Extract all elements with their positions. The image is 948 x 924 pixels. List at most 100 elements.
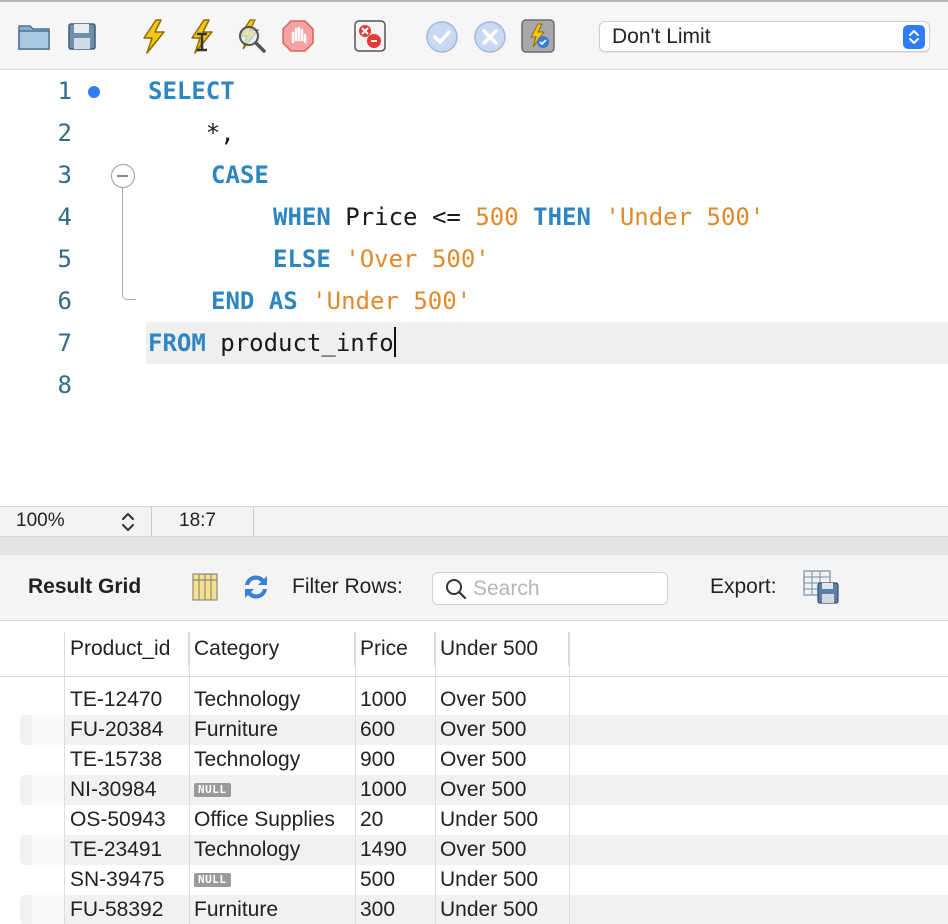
cell-category[interactable]: Furniture bbox=[189, 715, 278, 745]
cell-price[interactable]: 300 bbox=[355, 895, 395, 924]
cell-under-500[interactable]: Over 500 bbox=[435, 775, 526, 805]
row-selector[interactable] bbox=[32, 835, 64, 865]
cell-price[interactable]: 1000 bbox=[355, 685, 407, 715]
cell-product-id[interactable]: FU-20384 bbox=[65, 715, 163, 745]
line-number: 8 bbox=[57, 371, 72, 399]
cell-under-500[interactable]: Under 500 bbox=[435, 805, 538, 835]
null-badge: NULL bbox=[194, 783, 231, 797]
cell-category[interactable]: Technology bbox=[189, 685, 300, 715]
row-selector[interactable] bbox=[32, 865, 64, 895]
cell-product-id[interactable]: TE-23491 bbox=[65, 835, 162, 865]
grid-view-icon[interactable] bbox=[190, 571, 222, 603]
commit-icon[interactable] bbox=[424, 18, 460, 54]
execute-icon[interactable] bbox=[136, 18, 172, 54]
cell-under-500[interactable]: Over 500 bbox=[435, 745, 526, 775]
table-row[interactable]: FU-58392 Furniture 300 Under 500 bbox=[0, 895, 948, 924]
filter-search-box[interactable] bbox=[432, 572, 668, 605]
code-line-4: WHEN Price <= 500 THEN 'Under 500' bbox=[273, 196, 764, 238]
statement-marker-icon[interactable] bbox=[88, 86, 100, 98]
explain-icon[interactable] bbox=[232, 18, 268, 54]
cell-product-id[interactable]: NI-30984 bbox=[65, 775, 156, 805]
zoom-stepper-icon[interactable] bbox=[118, 510, 138, 534]
column-header[interactable]: Category bbox=[189, 632, 355, 666]
export-icon[interactable] bbox=[802, 569, 840, 605]
pane-splitter[interactable] bbox=[0, 537, 948, 555]
line-number: 5 bbox=[57, 245, 72, 273]
cell-category[interactable]: Technology bbox=[189, 745, 300, 775]
keyword: END bbox=[211, 287, 255, 315]
code-line-1: SELECT bbox=[148, 70, 235, 112]
line-number: 7 bbox=[57, 329, 72, 357]
stop-icon[interactable] bbox=[280, 18, 316, 54]
sql-editor[interactable]: 1 2 3 4 5 6 7 8 SELECT *, CASE WHEN Pric… bbox=[0, 70, 948, 506]
header-divider bbox=[0, 676, 948, 677]
cell-category[interactable]: Furniture bbox=[189, 895, 278, 924]
cell-product-id[interactable]: OS-50943 bbox=[65, 805, 166, 835]
cell-category[interactable]: NULL bbox=[189, 865, 231, 895]
cell-category[interactable]: Office Supplies bbox=[189, 805, 335, 835]
filter-rows-label: Filter Rows: bbox=[292, 575, 403, 598]
table-row[interactable]: NI-30984 NULL 1000 Over 500 bbox=[0, 775, 948, 805]
limit-rows-value: Don't Limit bbox=[612, 25, 711, 48]
execute-current-icon[interactable] bbox=[184, 18, 220, 54]
table-row[interactable]: TE-23491 Technology 1490 Over 500 bbox=[0, 835, 948, 865]
table-row[interactable]: TE-15738 Technology 900 Over 500 bbox=[0, 745, 948, 775]
open-folder-icon[interactable] bbox=[16, 18, 52, 54]
cell-under-500[interactable]: Over 500 bbox=[435, 715, 526, 745]
keyword: ELSE bbox=[273, 245, 331, 273]
column-divider bbox=[435, 632, 436, 924]
cell-product-id[interactable]: SN-39475 bbox=[65, 865, 165, 895]
export-label: Export: bbox=[710, 575, 777, 598]
toggle-error-icon[interactable] bbox=[352, 18, 388, 54]
editor-status-bar: 100% 18:7 bbox=[0, 506, 948, 538]
table-row[interactable]: SN-39475 NULL 500 Under 500 bbox=[0, 865, 948, 895]
cell-price[interactable]: 900 bbox=[355, 745, 395, 775]
cursor-position: 18:7 bbox=[179, 510, 216, 531]
number-literal: 500 bbox=[475, 203, 519, 231]
cell-under-500[interactable]: Under 500 bbox=[435, 895, 538, 924]
cell-under-500[interactable]: Under 500 bbox=[435, 865, 538, 895]
line-number: 1 bbox=[57, 77, 72, 105]
column-header[interactable]: Price bbox=[355, 632, 435, 666]
result-toolbar: Result Grid Filter Rows: Export: bbox=[0, 555, 948, 621]
cell-category[interactable]: Technology bbox=[189, 835, 300, 865]
cell-under-500[interactable]: Over 500 bbox=[435, 835, 526, 865]
cell-product-id[interactable]: TE-15738 bbox=[65, 745, 162, 775]
table-row[interactable]: FU-20384 Furniture 600 Over 500 bbox=[0, 715, 948, 745]
text-cursor bbox=[393, 327, 396, 357]
row-selector[interactable] bbox=[32, 805, 64, 835]
row-selector[interactable] bbox=[32, 775, 64, 805]
cell-product-id[interactable]: FU-58392 bbox=[65, 895, 163, 924]
cell-price[interactable]: 500 bbox=[355, 865, 395, 895]
table-row[interactable]: OS-50943 Office Supplies 20 Under 500 bbox=[0, 805, 948, 835]
cell-price[interactable]: 1490 bbox=[355, 835, 407, 865]
cell-price[interactable]: 20 bbox=[355, 805, 383, 835]
rollback-icon[interactable] bbox=[472, 18, 508, 54]
result-grid-tab[interactable]: Result Grid bbox=[28, 575, 141, 599]
table-row[interactable]: TE-12470 Technology 1000 Over 500 bbox=[0, 685, 948, 715]
string-literal: 'Over 500' bbox=[345, 245, 490, 273]
cell-product-id[interactable]: TE-12470 bbox=[65, 685, 162, 715]
result-grid[interactable]: Product_id Category Price Under 500 TE-1… bbox=[0, 622, 948, 924]
row-selector[interactable] bbox=[32, 715, 64, 745]
cell-price[interactable]: 1000 bbox=[355, 775, 407, 805]
filter-search-input[interactable] bbox=[473, 575, 659, 603]
autocommit-icon[interactable] bbox=[520, 18, 556, 54]
column-header[interactable]: Product_id bbox=[65, 632, 189, 666]
cell-price[interactable]: 600 bbox=[355, 715, 395, 745]
column-header[interactable]: Under 500 bbox=[435, 632, 569, 666]
row-header-corner bbox=[0, 632, 65, 666]
line-number: 3 bbox=[57, 161, 72, 189]
cell-category[interactable]: NULL bbox=[189, 775, 231, 805]
row-selector[interactable] bbox=[32, 745, 64, 775]
refresh-icon[interactable] bbox=[240, 571, 272, 603]
chevron-updown-icon bbox=[903, 25, 925, 49]
cell-under-500[interactable]: Over 500 bbox=[435, 685, 526, 715]
string-literal: 'Under 500' bbox=[605, 203, 765, 231]
fold-toggle-icon[interactable] bbox=[111, 164, 135, 188]
editor-toolbar: Don't Limit bbox=[0, 0, 948, 70]
row-selector[interactable] bbox=[32, 685, 64, 715]
save-icon[interactable] bbox=[64, 18, 100, 54]
limit-rows-select[interactable]: Don't Limit bbox=[599, 21, 930, 52]
row-selector[interactable] bbox=[32, 895, 64, 924]
